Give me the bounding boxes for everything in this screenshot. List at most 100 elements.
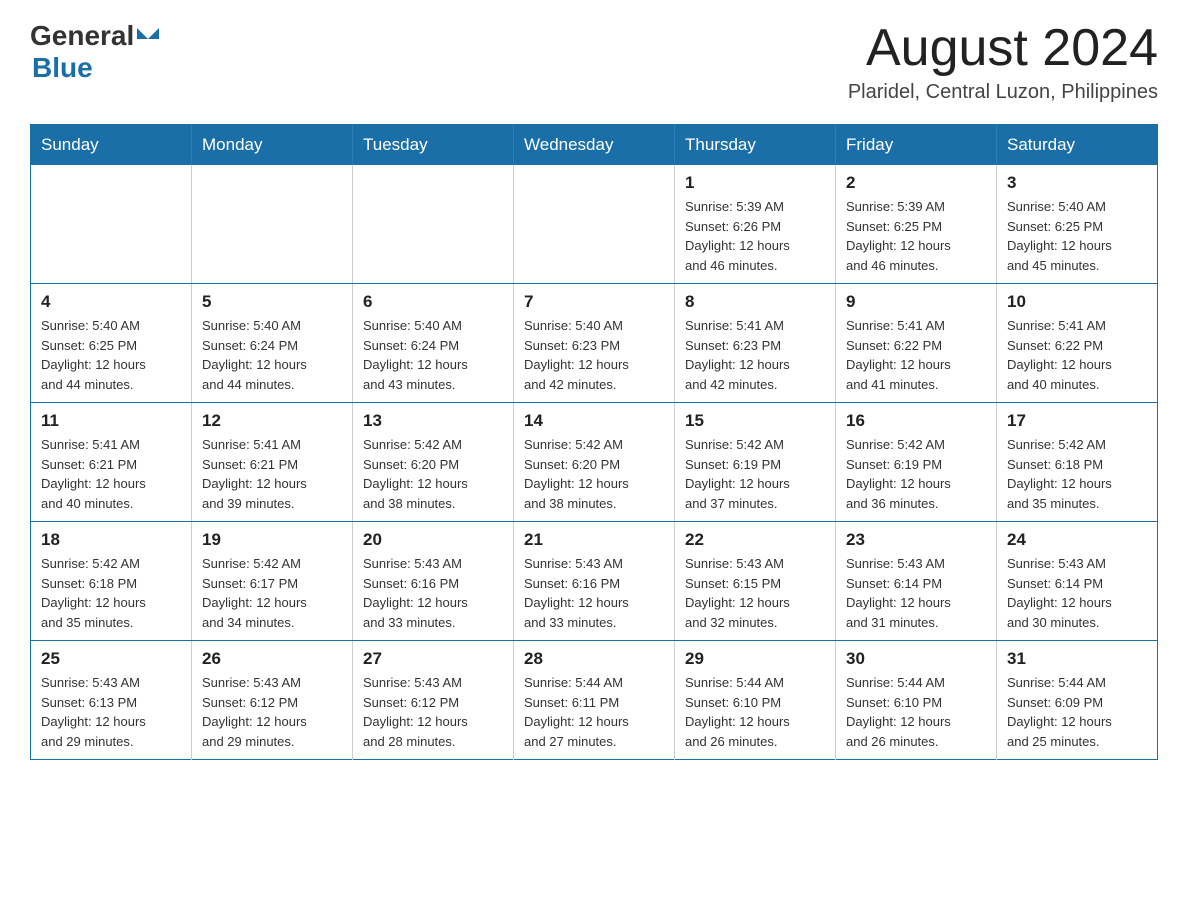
calendar-cell: 29 Sunrise: 5:44 AMSunset: 6:10 PMDayligh… [675,641,836,760]
day-number: 25 [41,649,181,669]
day-info: Sunrise: 5:40 AMSunset: 6:24 PMDaylight:… [202,316,342,394]
calendar-cell: 28 Sunrise: 5:44 AMSunset: 6:11 PMDayligh… [514,641,675,760]
calendar-cell [353,165,514,284]
calendar-table: SundayMondayTuesdayWednesdayThursdayFrid… [30,124,1158,760]
day-number: 19 [202,530,342,550]
calendar-cell: 4 Sunrise: 5:40 AMSunset: 6:25 PMDaylight… [31,284,192,403]
day-info: Sunrise: 5:43 AMSunset: 6:12 PMDaylight:… [363,673,503,751]
day-info: Sunrise: 5:41 AMSunset: 6:23 PMDaylight:… [685,316,825,394]
day-info: Sunrise: 5:43 AMSunset: 6:12 PMDaylight:… [202,673,342,751]
day-info: Sunrise: 5:43 AMSunset: 6:14 PMDaylight:… [846,554,986,632]
day-number: 1 [685,173,825,193]
calendar-cell: 17 Sunrise: 5:42 AMSunset: 6:18 PMDayligh… [997,403,1158,522]
calendar-header-wednesday: Wednesday [514,125,675,166]
calendar-week-row: 1 Sunrise: 5:39 AMSunset: 6:26 PMDaylight… [31,165,1158,284]
day-number: 27 [363,649,503,669]
day-info: Sunrise: 5:44 AMSunset: 6:11 PMDaylight:… [524,673,664,751]
calendar-cell: 1 Sunrise: 5:39 AMSunset: 6:26 PMDaylight… [675,165,836,284]
calendar-cell [514,165,675,284]
calendar-cell: 5 Sunrise: 5:40 AMSunset: 6:24 PMDaylight… [192,284,353,403]
calendar-cell: 19 Sunrise: 5:42 AMSunset: 6:17 PMDayligh… [192,522,353,641]
day-number: 3 [1007,173,1147,193]
calendar-cell: 7 Sunrise: 5:40 AMSunset: 6:23 PMDaylight… [514,284,675,403]
day-number: 4 [41,292,181,312]
day-number: 8 [685,292,825,312]
day-info: Sunrise: 5:42 AMSunset: 6:18 PMDaylight:… [1007,435,1147,513]
calendar-cell: 20 Sunrise: 5:43 AMSunset: 6:16 PMDayligh… [353,522,514,641]
day-info: Sunrise: 5:42 AMSunset: 6:20 PMDaylight:… [524,435,664,513]
day-number: 28 [524,649,664,669]
day-number: 5 [202,292,342,312]
calendar-cell: 2Sunrise: 5:39 AMSunset: 6:25 PMDaylight… [836,165,997,284]
calendar-cell [192,165,353,284]
calendar-cell: 9 Sunrise: 5:41 AMSunset: 6:22 PMDaylight… [836,284,997,403]
day-info: Sunrise: 5:41 AMSunset: 6:21 PMDaylight:… [41,435,181,513]
day-info: Sunrise: 5:40 AMSunset: 6:23 PMDaylight:… [524,316,664,394]
day-number: 17 [1007,411,1147,431]
calendar-cell: 18Sunrise: 5:42 AMSunset: 6:18 PMDayligh… [31,522,192,641]
day-info: Sunrise: 5:43 AMSunset: 6:16 PMDaylight:… [363,554,503,632]
day-number: 10 [1007,292,1147,312]
day-number: 14 [524,411,664,431]
day-number: 7 [524,292,664,312]
day-number: 29 [685,649,825,669]
calendar-header-tuesday: Tuesday [353,125,514,166]
day-number: 23 [846,530,986,550]
day-info: Sunrise: 5:43 AMSunset: 6:16 PMDaylight:… [524,554,664,632]
calendar-week-row: 25 Sunrise: 5:43 AMSunset: 6:13 PMDayligh… [31,641,1158,760]
day-number: 6 [363,292,503,312]
day-number: 15 [685,411,825,431]
calendar-cell: 12Sunrise: 5:41 AMSunset: 6:21 PMDayligh… [192,403,353,522]
day-number: 31 [1007,649,1147,669]
calendar-header-row: SundayMondayTuesdayWednesdayThursdayFrid… [31,125,1158,166]
calendar-cell: 13 Sunrise: 5:42 AMSunset: 6:20 PMDayligh… [353,403,514,522]
calendar-cell: 23 Sunrise: 5:43 AMSunset: 6:14 PMDayligh… [836,522,997,641]
calendar-cell: 11 Sunrise: 5:41 AMSunset: 6:21 PMDayligh… [31,403,192,522]
calendar-week-row: 11 Sunrise: 5:41 AMSunset: 6:21 PMDayligh… [31,403,1158,522]
calendar-cell: 30Sunrise: 5:44 AMSunset: 6:10 PMDayligh… [836,641,997,760]
day-number: 20 [363,530,503,550]
logo-general-text: General [30,20,134,52]
calendar-cell: 31 Sunrise: 5:44 AMSunset: 6:09 PMDayligh… [997,641,1158,760]
day-info: Sunrise: 5:42 AMSunset: 6:20 PMDaylight:… [363,435,503,513]
logo: General Blue [30,20,159,84]
calendar-header-friday: Friday [836,125,997,166]
day-info: Sunrise: 5:40 AMSunset: 6:25 PMDaylight:… [41,316,181,394]
calendar-cell: 8 Sunrise: 5:41 AMSunset: 6:23 PMDaylight… [675,284,836,403]
day-number: 11 [41,411,181,431]
day-info: Sunrise: 5:44 AMSunset: 6:10 PMDaylight:… [685,673,825,751]
day-number: 9 [846,292,986,312]
day-info: Sunrise: 5:42 AMSunset: 6:19 PMDaylight:… [685,435,825,513]
day-number: 13 [363,411,503,431]
day-info: Sunrise: 5:43 AMSunset: 6:14 PMDaylight:… [1007,554,1147,632]
calendar-cell: 10Sunrise: 5:41 AMSunset: 6:22 PMDayligh… [997,284,1158,403]
day-info: Sunrise: 5:43 AMSunset: 6:15 PMDaylight:… [685,554,825,632]
calendar-cell: 25 Sunrise: 5:43 AMSunset: 6:13 PMDayligh… [31,641,192,760]
calendar-week-row: 18Sunrise: 5:42 AMSunset: 6:18 PMDayligh… [31,522,1158,641]
day-info: Sunrise: 5:42 AMSunset: 6:17 PMDaylight:… [202,554,342,632]
day-info: Sunrise: 5:42 AMSunset: 6:19 PMDaylight:… [846,435,986,513]
day-number: 24 [1007,530,1147,550]
title-block: August 2024 Plaridel, Central Luzon, Phi… [848,20,1158,104]
calendar-cell: 24 Sunrise: 5:43 AMSunset: 6:14 PMDayligh… [997,522,1158,641]
day-info: Sunrise: 5:44 AMSunset: 6:09 PMDaylight:… [1007,673,1147,751]
day-number: 22 [685,530,825,550]
calendar-cell: 21 Sunrise: 5:43 AMSunset: 6:16 PMDayligh… [514,522,675,641]
logo-blue-text: Blue [32,52,93,83]
day-info: Sunrise: 5:39 AMSunset: 6:26 PMDaylight:… [685,197,825,275]
calendar-cell [31,165,192,284]
calendar-header-thursday: Thursday [675,125,836,166]
location-subtitle: Plaridel, Central Luzon, Philippines [848,81,1158,104]
day-number: 16 [846,411,986,431]
calendar-week-row: 4 Sunrise: 5:40 AMSunset: 6:25 PMDaylight… [31,284,1158,403]
day-info: Sunrise: 5:41 AMSunset: 6:22 PMDaylight:… [846,316,986,394]
calendar-cell: 27 Sunrise: 5:43 AMSunset: 6:12 PMDayligh… [353,641,514,760]
calendar-cell: 16 Sunrise: 5:42 AMSunset: 6:19 PMDayligh… [836,403,997,522]
day-number: 21 [524,530,664,550]
calendar-cell: 22 Sunrise: 5:43 AMSunset: 6:15 PMDayligh… [675,522,836,641]
day-info: Sunrise: 5:43 AMSunset: 6:13 PMDaylight:… [41,673,181,751]
calendar-cell: 15 Sunrise: 5:42 AMSunset: 6:19 PMDayligh… [675,403,836,522]
day-number: 30 [846,649,986,669]
day-info: Sunrise: 5:42 AMSunset: 6:18 PMDaylight:… [41,554,181,632]
calendar-header-saturday: Saturday [997,125,1158,166]
